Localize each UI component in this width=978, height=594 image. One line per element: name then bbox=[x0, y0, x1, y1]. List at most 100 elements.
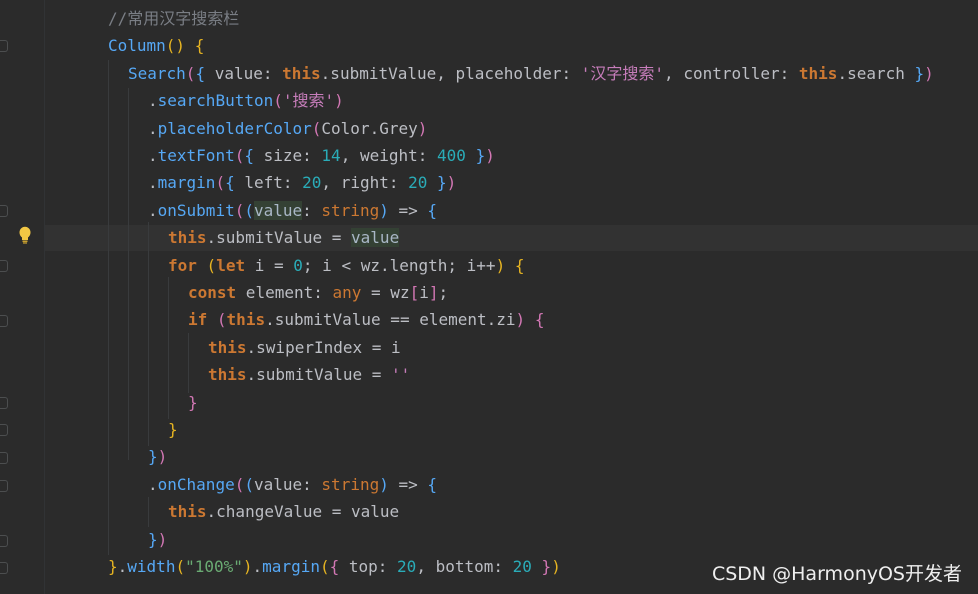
code-token: 20 bbox=[512, 557, 532, 576]
code-token: } bbox=[148, 529, 158, 549]
code-token: size: bbox=[253, 146, 322, 165]
code-token: . bbox=[148, 474, 158, 494]
fold-marker-icon[interactable] bbox=[0, 205, 8, 217]
code-token: this bbox=[226, 310, 266, 330]
code-line[interactable]: Column() { bbox=[108, 32, 204, 59]
code-token: this bbox=[168, 228, 207, 248]
code-token: left: bbox=[234, 173, 303, 193]
code-token: value bbox=[351, 228, 400, 248]
code-token: ] bbox=[428, 283, 439, 302]
code-line[interactable]: this.submitValue = '' bbox=[208, 361, 410, 388]
code-token: .submitValue = bbox=[246, 365, 392, 385]
code-line[interactable]: this.swiperIndex = i bbox=[208, 334, 401, 361]
code-line[interactable]: const element: any = wz[i]; bbox=[188, 279, 448, 306]
watermark: CSDN @HarmonyOS开发者 bbox=[711, 563, 962, 585]
code-token: 14 bbox=[321, 146, 341, 165]
code-token: onChange bbox=[157, 474, 235, 494]
code-token: string bbox=[321, 200, 380, 220]
code-line[interactable]: .searchButton('搜索') bbox=[148, 87, 344, 114]
code-token: } bbox=[437, 173, 447, 193]
fold-marker-icon[interactable] bbox=[0, 535, 8, 547]
code-line[interactable]: .placeholderColor(Color.Grey) bbox=[148, 115, 427, 142]
code-editor[interactable]: //常用汉字搜索栏 Column() {Search({ value: this.… bbox=[0, 0, 978, 594]
code-token: ( bbox=[234, 146, 245, 165]
code-token: : bbox=[302, 200, 322, 220]
code-token: let bbox=[216, 255, 246, 275]
lightbulb-icon[interactable] bbox=[18, 226, 32, 244]
code-token: ) bbox=[551, 557, 561, 576]
code-token: } bbox=[914, 63, 925, 83]
code-token: ( bbox=[185, 63, 196, 83]
fold-marker-icon[interactable] bbox=[0, 397, 8, 409]
fold-marker-icon[interactable] bbox=[0, 424, 8, 436]
code-token: , bottom: bbox=[416, 557, 513, 576]
code-line[interactable]: for (let i = 0; i < wz.length; i++) { bbox=[168, 252, 524, 279]
code-line[interactable]: Search({ value: this.submitValue, placeh… bbox=[128, 60, 934, 87]
code-line[interactable]: .onSubmit((value: string) => { bbox=[148, 197, 437, 224]
code-token: . bbox=[117, 557, 128, 576]
code-token: //常用汉字搜索栏 bbox=[108, 9, 240, 28]
code-token: value: bbox=[205, 63, 283, 83]
code-token: value: bbox=[253, 474, 322, 494]
code-token: ( bbox=[206, 255, 217, 275]
code-token: Color.Grey bbox=[321, 118, 418, 138]
code-line[interactable]: }.width("100%").margin({ top: 20, bottom… bbox=[108, 553, 561, 580]
code-line[interactable]: } bbox=[188, 389, 198, 416]
indent-guide bbox=[148, 497, 149, 527]
code-token: .changeValue = value bbox=[206, 502, 400, 522]
code-token: } bbox=[188, 392, 198, 412]
code-token: } bbox=[541, 557, 552, 576]
code-line[interactable]: .textFont({ size: 14, weight: 400 }) bbox=[148, 142, 495, 169]
code-token: . bbox=[148, 173, 158, 193]
code-token: 0 bbox=[293, 255, 303, 275]
fold-marker-icon[interactable] bbox=[0, 40, 8, 52]
code-line[interactable]: this.submitValue = value bbox=[168, 224, 400, 251]
code-token: } bbox=[168, 420, 178, 439]
code-token: searchButton bbox=[157, 91, 274, 111]
indent-guide bbox=[188, 333, 189, 393]
fold-marker-icon[interactable] bbox=[0, 562, 8, 574]
code-token: ) bbox=[379, 474, 389, 494]
code-line[interactable]: .margin({ left: 20, right: 20 }) bbox=[148, 169, 456, 196]
fold-marker-icon[interactable] bbox=[0, 480, 8, 492]
code-token: this bbox=[798, 63, 838, 83]
fold-marker-icon[interactable] bbox=[0, 260, 8, 272]
code-token: .submitValue = bbox=[206, 228, 352, 248]
code-token: const bbox=[188, 283, 237, 302]
code-token: ( bbox=[244, 474, 254, 494]
code-token: 20 bbox=[408, 173, 428, 193]
fold-marker-icon[interactable] bbox=[0, 452, 8, 464]
code-token: } bbox=[148, 447, 158, 467]
code-token: { bbox=[225, 173, 235, 193]
editor-gutter[interactable] bbox=[0, 0, 44, 594]
indent-guide bbox=[168, 277, 169, 419]
code-line[interactable]: .onChange((value: string) => { bbox=[148, 471, 437, 498]
code-token: = wz bbox=[361, 283, 410, 302]
code-token: this bbox=[208, 337, 247, 357]
code-token: { bbox=[194, 36, 205, 56]
code-line[interactable]: }) bbox=[148, 443, 167, 470]
code-token: ( bbox=[319, 557, 330, 576]
code-line[interactable]: if (this.submitValue == element.zi) { bbox=[188, 306, 544, 333]
code-line[interactable]: } bbox=[168, 416, 178, 443]
fold-marker-icon[interactable] bbox=[0, 315, 8, 327]
code-line[interactable]: this.changeValue = value bbox=[168, 498, 399, 525]
code-token: any bbox=[332, 283, 362, 302]
code-token: string bbox=[321, 474, 380, 494]
code-line[interactable]: }) bbox=[148, 526, 167, 553]
code-token: ; i < wz.length; i++ bbox=[302, 255, 496, 275]
code-token: ( bbox=[244, 200, 254, 220]
code-token: ( bbox=[215, 173, 226, 193]
code-line[interactable]: //常用汉字搜索栏 bbox=[108, 5, 239, 32]
code-token: this bbox=[282, 63, 321, 83]
code-token: ( bbox=[175, 557, 186, 576]
code-token: ) bbox=[334, 91, 344, 111]
code-token: .swiperIndex = i bbox=[246, 337, 401, 357]
code-token: width bbox=[127, 557, 176, 576]
code-token: } bbox=[475, 146, 486, 165]
code-token: { bbox=[514, 255, 525, 275]
